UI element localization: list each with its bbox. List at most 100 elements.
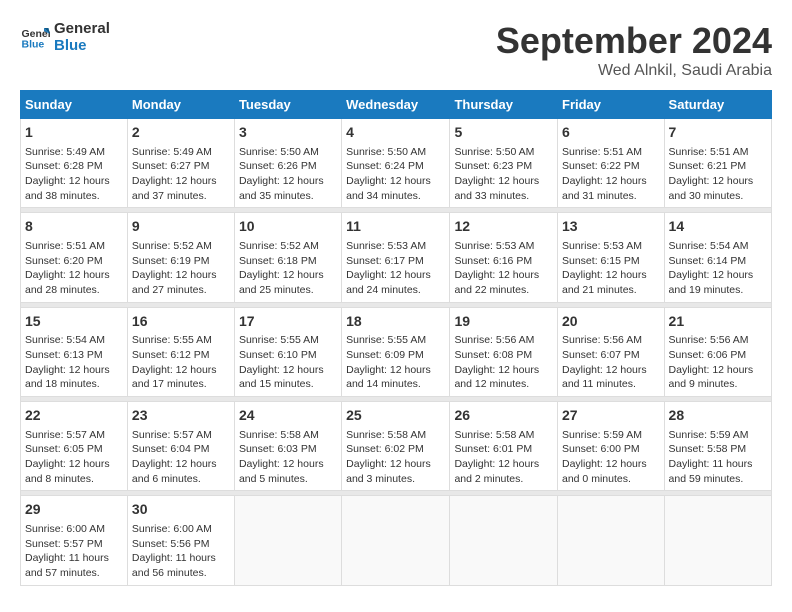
table-row: 5Sunrise: 5:50 AM Sunset: 6:23 PM Daylig… xyxy=(450,119,558,208)
table-row: 27Sunrise: 5:59 AM Sunset: 6:00 PM Dayli… xyxy=(558,402,665,491)
table-row: 18Sunrise: 5:55 AM Sunset: 6:09 PM Dayli… xyxy=(342,307,450,396)
day-info: Sunrise: 5:56 AM Sunset: 6:08 PM Dayligh… xyxy=(454,333,553,392)
day-number: 6 xyxy=(562,123,660,143)
table-row: 20Sunrise: 5:56 AM Sunset: 6:07 PM Dayli… xyxy=(558,307,665,396)
day-number: 25 xyxy=(346,406,445,426)
calendar-week-row: 22Sunrise: 5:57 AM Sunset: 6:05 PM Dayli… xyxy=(21,402,772,491)
table-row: 30Sunrise: 6:00 AM Sunset: 5:56 PM Dayli… xyxy=(127,496,234,585)
table-row xyxy=(450,496,558,585)
table-row: 1Sunrise: 5:49 AM Sunset: 6:28 PM Daylig… xyxy=(21,119,128,208)
day-info: Sunrise: 6:00 AM Sunset: 5:56 PM Dayligh… xyxy=(132,522,230,581)
calendar-week-row: 1Sunrise: 5:49 AM Sunset: 6:28 PM Daylig… xyxy=(21,119,772,208)
logo-text-general: General xyxy=(54,20,110,37)
day-info: Sunrise: 5:59 AM Sunset: 5:58 PM Dayligh… xyxy=(669,428,767,487)
day-number: 14 xyxy=(669,217,767,237)
day-info: Sunrise: 5:51 AM Sunset: 6:20 PM Dayligh… xyxy=(25,239,123,298)
day-number: 13 xyxy=(562,217,660,237)
day-info: Sunrise: 5:54 AM Sunset: 6:13 PM Dayligh… xyxy=(25,333,123,392)
day-info: Sunrise: 5:53 AM Sunset: 6:16 PM Dayligh… xyxy=(454,239,553,298)
day-number: 18 xyxy=(346,312,445,332)
table-row: 23Sunrise: 5:57 AM Sunset: 6:04 PM Dayli… xyxy=(127,402,234,491)
table-row xyxy=(558,496,665,585)
day-number: 17 xyxy=(239,312,337,332)
day-info: Sunrise: 5:55 AM Sunset: 6:09 PM Dayligh… xyxy=(346,333,445,392)
svg-text:Blue: Blue xyxy=(22,39,45,51)
table-row xyxy=(234,496,341,585)
table-row: 13Sunrise: 5:53 AM Sunset: 6:15 PM Dayli… xyxy=(558,213,665,302)
day-number: 29 xyxy=(25,500,123,520)
day-number: 20 xyxy=(562,312,660,332)
day-info: Sunrise: 5:59 AM Sunset: 6:00 PM Dayligh… xyxy=(562,428,660,487)
day-info: Sunrise: 5:49 AM Sunset: 6:27 PM Dayligh… xyxy=(132,145,230,204)
day-number: 24 xyxy=(239,406,337,426)
day-info: Sunrise: 5:51 AM Sunset: 6:21 PM Dayligh… xyxy=(669,145,767,204)
day-info: Sunrise: 5:51 AM Sunset: 6:22 PM Dayligh… xyxy=(562,145,660,204)
day-info: Sunrise: 5:53 AM Sunset: 6:17 PM Dayligh… xyxy=(346,239,445,298)
day-info: Sunrise: 5:55 AM Sunset: 6:10 PM Dayligh… xyxy=(239,333,337,392)
day-number: 26 xyxy=(454,406,553,426)
logo-text-blue: Blue xyxy=(54,37,110,54)
table-row: 22Sunrise: 5:57 AM Sunset: 6:05 PM Dayli… xyxy=(21,402,128,491)
day-number: 10 xyxy=(239,217,337,237)
day-info: Sunrise: 5:50 AM Sunset: 6:24 PM Dayligh… xyxy=(346,145,445,204)
table-row: 21Sunrise: 5:56 AM Sunset: 6:06 PM Dayli… xyxy=(664,307,771,396)
location-subtitle: Wed Alnkil, Saudi Arabia xyxy=(496,62,772,80)
table-row: 11Sunrise: 5:53 AM Sunset: 6:17 PM Dayli… xyxy=(342,213,450,302)
day-number: 23 xyxy=(132,406,230,426)
day-number: 15 xyxy=(25,312,123,332)
day-number: 12 xyxy=(454,217,553,237)
day-info: Sunrise: 5:52 AM Sunset: 6:18 PM Dayligh… xyxy=(239,239,337,298)
table-row: 10Sunrise: 5:52 AM Sunset: 6:18 PM Dayli… xyxy=(234,213,341,302)
day-number: 3 xyxy=(239,123,337,143)
header-thursday: Thursday xyxy=(450,91,558,119)
day-number: 9 xyxy=(132,217,230,237)
day-number: 27 xyxy=(562,406,660,426)
day-info: Sunrise: 5:56 AM Sunset: 6:07 PM Dayligh… xyxy=(562,333,660,392)
table-row: 24Sunrise: 5:58 AM Sunset: 6:03 PM Dayli… xyxy=(234,402,341,491)
day-number: 30 xyxy=(132,500,230,520)
table-row: 8Sunrise: 5:51 AM Sunset: 6:20 PM Daylig… xyxy=(21,213,128,302)
logo-icon: General Blue xyxy=(20,22,50,52)
header-saturday: Saturday xyxy=(664,91,771,119)
day-number: 7 xyxy=(669,123,767,143)
day-number: 11 xyxy=(346,217,445,237)
day-info: Sunrise: 5:56 AM Sunset: 6:06 PM Dayligh… xyxy=(669,333,767,392)
day-info: Sunrise: 5:54 AM Sunset: 6:14 PM Dayligh… xyxy=(669,239,767,298)
table-row: 7Sunrise: 5:51 AM Sunset: 6:21 PM Daylig… xyxy=(664,119,771,208)
day-number: 8 xyxy=(25,217,123,237)
table-row: 25Sunrise: 5:58 AM Sunset: 6:02 PM Dayli… xyxy=(342,402,450,491)
table-row: 9Sunrise: 5:52 AM Sunset: 6:19 PM Daylig… xyxy=(127,213,234,302)
day-info: Sunrise: 5:50 AM Sunset: 6:23 PM Dayligh… xyxy=(454,145,553,204)
table-row: 12Sunrise: 5:53 AM Sunset: 6:16 PM Dayli… xyxy=(450,213,558,302)
day-info: Sunrise: 6:00 AM Sunset: 5:57 PM Dayligh… xyxy=(25,522,123,581)
page-header: General Blue General Blue September 2024… xyxy=(20,20,772,80)
header-tuesday: Tuesday xyxy=(234,91,341,119)
calendar-week-row: 29Sunrise: 6:00 AM Sunset: 5:57 PM Dayli… xyxy=(21,496,772,585)
header-wednesday: Wednesday xyxy=(342,91,450,119)
header-friday: Friday xyxy=(558,91,665,119)
header-monday: Monday xyxy=(127,91,234,119)
day-number: 22 xyxy=(25,406,123,426)
table-row xyxy=(664,496,771,585)
month-title: September 2024 xyxy=(496,20,772,62)
table-row: 2Sunrise: 5:49 AM Sunset: 6:27 PM Daylig… xyxy=(127,119,234,208)
table-row: 29Sunrise: 6:00 AM Sunset: 5:57 PM Dayli… xyxy=(21,496,128,585)
title-area: September 2024 Wed Alnkil, Saudi Arabia xyxy=(496,20,772,80)
table-row: 15Sunrise: 5:54 AM Sunset: 6:13 PM Dayli… xyxy=(21,307,128,396)
table-row: 14Sunrise: 5:54 AM Sunset: 6:14 PM Dayli… xyxy=(664,213,771,302)
day-info: Sunrise: 5:50 AM Sunset: 6:26 PM Dayligh… xyxy=(239,145,337,204)
table-row: 26Sunrise: 5:58 AM Sunset: 6:01 PM Dayli… xyxy=(450,402,558,491)
header-sunday: Sunday xyxy=(21,91,128,119)
day-info: Sunrise: 5:57 AM Sunset: 6:04 PM Dayligh… xyxy=(132,428,230,487)
day-info: Sunrise: 5:49 AM Sunset: 6:28 PM Dayligh… xyxy=(25,145,123,204)
day-info: Sunrise: 5:58 AM Sunset: 6:02 PM Dayligh… xyxy=(346,428,445,487)
table-row: 16Sunrise: 5:55 AM Sunset: 6:12 PM Dayli… xyxy=(127,307,234,396)
table-row: 3Sunrise: 5:50 AM Sunset: 6:26 PM Daylig… xyxy=(234,119,341,208)
day-info: Sunrise: 5:52 AM Sunset: 6:19 PM Dayligh… xyxy=(132,239,230,298)
day-number: 21 xyxy=(669,312,767,332)
day-number: 1 xyxy=(25,123,123,143)
table-row: 6Sunrise: 5:51 AM Sunset: 6:22 PM Daylig… xyxy=(558,119,665,208)
calendar-header-row: Sunday Monday Tuesday Wednesday Thursday… xyxy=(21,91,772,119)
day-number: 16 xyxy=(132,312,230,332)
day-number: 2 xyxy=(132,123,230,143)
